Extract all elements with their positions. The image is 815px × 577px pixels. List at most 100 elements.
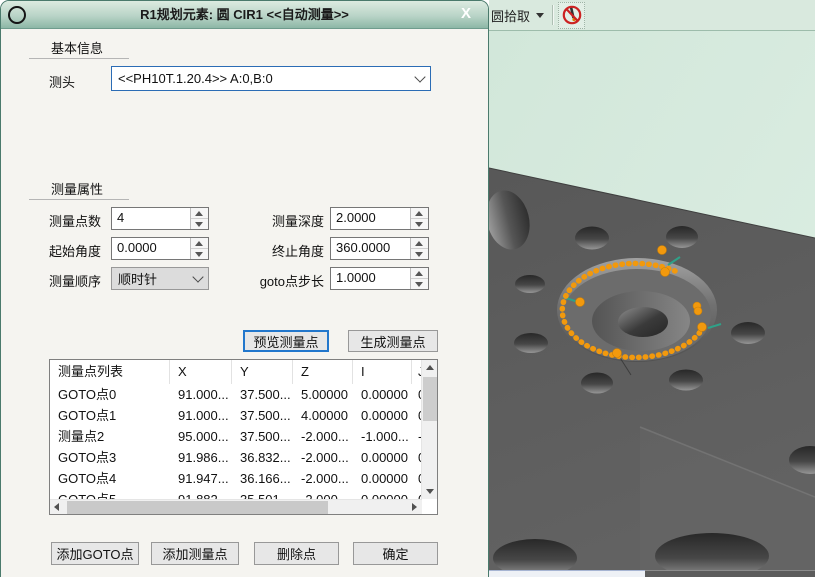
scroll-up-icon[interactable] [422,360,438,375]
spinner [190,238,208,259]
cell-i: 0.00000 [353,384,412,405]
table-row[interactable]: GOTO点1 91.000... 37.500... 4.00000 0.000… [50,405,422,426]
end-angle-value[interactable]: 360.0000 [331,238,410,259]
caret-down-icon [536,13,544,22]
probe-prohibited-icon [561,4,583,26]
end-angle-label: 终止角度 [246,241,324,260]
probe-combobox[interactable]: <<PH10T.1.20.4>> A:0,B:0 [111,66,431,91]
chevron-down-icon [192,271,203,282]
circle-pick-label: 圆拾取 [491,6,530,25]
viewport-toolbar: 圆拾取 [489,0,815,31]
toolbar-separator [552,5,554,25]
column-header[interactable]: X [170,360,232,384]
depth-field[interactable]: 2.0000 [330,207,429,230]
part-solid [489,168,815,570]
spinner [190,208,208,229]
end-angle-field[interactable]: 360.0000 [330,237,429,260]
spinner-down-icon[interactable] [411,279,428,289]
scroll-right-icon[interactable] [407,500,422,515]
point-count-field[interactable]: 4 [111,207,209,230]
app-window: R1规划元素: 圆 CIR1 <<自动测量>> X 基本信息 测头 <<PH10… [0,0,815,577]
cell-i: -1.000... [353,426,412,447]
depth-value[interactable]: 2.0000 [331,208,410,229]
spinner-up-icon[interactable] [411,208,428,219]
cell-z: -2.000... [293,468,353,489]
spinner [410,208,428,229]
table-row[interactable]: GOTO点5 91.882... 35.501... -2.000... 0.0… [50,489,422,499]
horizontal-scrollbar[interactable] [50,499,422,514]
cell-y: 36.166... [232,468,293,489]
horizontal-scroll-thumb[interactable] [67,501,328,514]
vertical-scroll-thumb[interactable] [423,377,437,421]
cell-z: -2.000... [293,447,353,468]
cell-name: GOTO点0 [50,384,170,405]
table-header-row: 测量点列表 X Y Z I J [50,360,422,384]
group-divider [29,199,129,200]
column-header[interactable]: Y [232,360,293,384]
cell-x: 91.000... [170,384,232,405]
column-header[interactable]: I [353,360,412,384]
viewport-bottom-strip [489,570,815,577]
table-row[interactable]: GOTO点0 91.000... 37.500... 5.00000 0.000… [50,384,422,405]
add-measure-button[interactable]: 添加测量点 [151,542,239,565]
point-count-label: 测量点数 [49,211,101,230]
start-angle-field[interactable]: 0.0000 [111,237,209,260]
goto-step-field[interactable]: 1.0000 [330,267,429,290]
cell-y: 37.500... [232,426,293,447]
close-icon[interactable]: X [461,1,471,27]
group-divider [29,58,129,59]
spinner-up-icon[interactable] [411,238,428,249]
scroll-left-icon[interactable] [50,500,65,515]
dialog-titlebar[interactable]: R1规划元素: 圆 CIR1 <<自动测量>> X [1,1,488,29]
circle-icon [8,6,26,24]
generate-points-button[interactable]: 生成测量点 [348,330,438,352]
vertical-scrollbar[interactable] [421,360,437,499]
planning-dialog: R1规划元素: 圆 CIR1 <<自动测量>> X 基本信息 测头 <<PH10… [0,0,489,577]
table-row[interactable]: GOTO点3 91.986... 36.832... -2.000... 0.0… [50,447,422,468]
cell-y: 37.500... [232,384,293,405]
depth-label: 测量深度 [246,211,324,230]
cell-z: 4.00000 [293,405,353,426]
delete-point-button[interactable]: 删除点 [254,542,339,565]
spinner-up-icon[interactable] [411,268,428,279]
cell-name: 测量点2 [50,426,170,447]
probe-value: <<PH10T.1.20.4>> A:0,B:0 [118,71,273,86]
add-goto-button[interactable]: 添加GOTO点 [51,542,139,565]
spinner-down-icon[interactable] [191,219,208,229]
cell-x: 91.882... [170,489,232,499]
bottom-strip-dark [645,570,815,577]
goto-step-value[interactable]: 1.0000 [331,268,410,289]
point-count-value[interactable]: 4 [112,208,190,229]
probe-prohibited-button[interactable] [558,2,585,29]
table-row[interactable]: 测量点2 95.000... 37.500... -2.000... -1.00… [50,426,422,447]
spinner-up-icon[interactable] [191,238,208,249]
3d-viewport: 圆拾取 [489,0,815,577]
cell-name: GOTO点3 [50,447,170,468]
cell-name: GOTO点5 [50,489,170,499]
scroll-down-icon[interactable] [422,484,438,499]
spinner-down-icon[interactable] [411,219,428,229]
circle-pick-dropdown[interactable]: 圆拾取 [489,3,548,27]
cell-x: 91.947... [170,468,232,489]
point-table[interactable]: 测量点列表 X Y Z I J GOTO点0 91.000... 37.500.… [49,359,438,515]
order-select[interactable]: 顺时针 [111,267,209,290]
chevron-down-icon [414,71,425,82]
ok-button[interactable]: 确定 [353,542,438,565]
spinner-down-icon[interactable] [411,249,428,259]
3d-scene[interactable] [489,31,815,570]
goto-step-label: goto点步长 [246,271,324,290]
cell-z: -2.000... [293,426,353,447]
spinner-up-icon[interactable] [191,208,208,219]
start-angle-label: 起始角度 [49,241,101,260]
probe-label: 测头 [49,72,75,91]
cell-z: 5.00000 [293,384,353,405]
order-label: 测量顺序 [49,271,101,290]
cell-i: 0.00000 [353,468,412,489]
column-header[interactable]: Z [293,360,353,384]
spinner-down-icon[interactable] [191,249,208,259]
column-header[interactable]: 测量点列表 [50,360,170,384]
table-row[interactable]: GOTO点4 91.947... 36.166... -2.000... 0.0… [50,468,422,489]
preview-points-button[interactable]: 预览测量点 [243,330,329,352]
cell-name: GOTO点4 [50,468,170,489]
start-angle-value[interactable]: 0.0000 [112,238,190,259]
